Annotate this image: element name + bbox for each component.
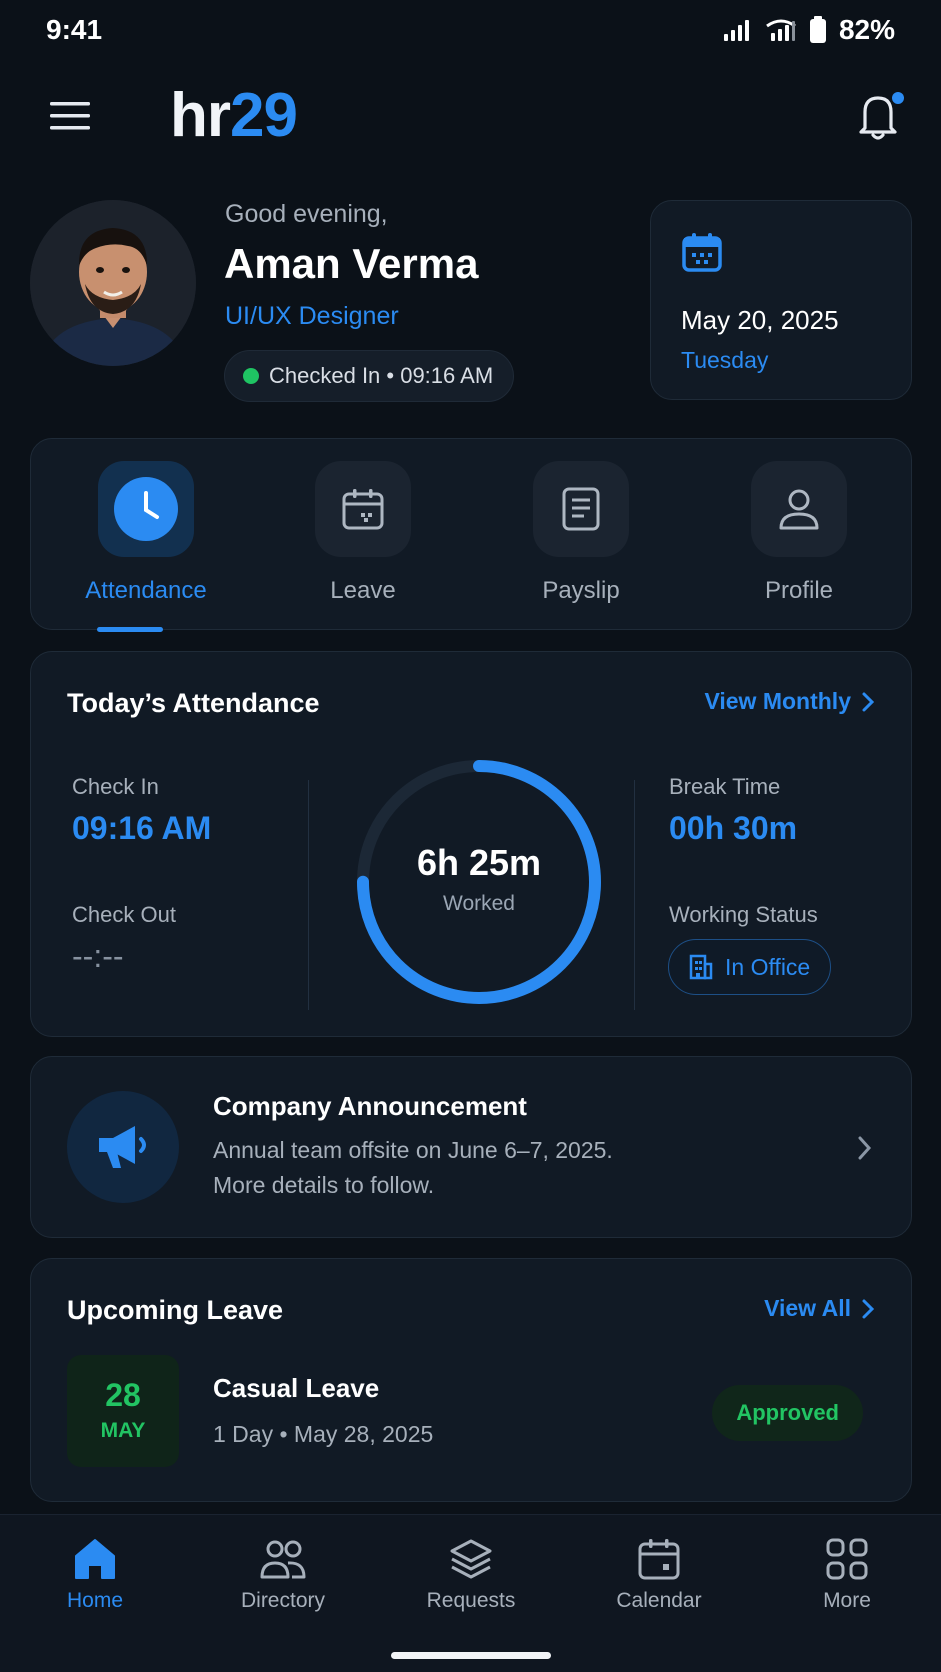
leave-day: 28 — [105, 1377, 141, 1413]
payslip-icon-box — [533, 461, 629, 557]
tab-payslip-label: Payslip — [542, 577, 620, 604]
status-badge: Approved — [712, 1385, 863, 1441]
chevron-right-icon — [862, 1299, 875, 1318]
upcoming-leave-card: Upcoming Leave View All 28 MAY Casual Le… — [30, 1258, 912, 1502]
view-monthly-link[interactable]: View Monthly — [704, 688, 875, 715]
check-in-value: 09:16 AM — [72, 810, 212, 846]
nav-directory[interactable]: Directory — [203, 1537, 363, 1613]
nav-requests[interactable]: Requests — [391, 1537, 551, 1613]
bottom-navigation: Home Directory Requests Calendar More — [0, 1514, 941, 1672]
working-status-badge: In Office — [668, 939, 832, 995]
calendar-icon — [682, 233, 722, 272]
avatar-portrait — [30, 200, 196, 366]
home-indicator — [391, 1652, 551, 1659]
leave-type[interactable]: Casual Leave — [213, 1373, 379, 1404]
user-role: UI/UX Designer — [225, 302, 399, 330]
announcement-icon-circle — [67, 1091, 179, 1203]
worked-label: Worked — [443, 892, 515, 915]
working-status-label: Working Status — [669, 902, 818, 927]
battery-percentage: 82% — [838, 14, 895, 45]
break-time-value: 00h 30m — [669, 810, 798, 846]
tab-leave[interactable]: Leave — [263, 461, 463, 605]
break-time-label: Break Time — [669, 774, 781, 799]
divider — [634, 780, 635, 1010]
chevron-right-icon — [858, 1136, 872, 1160]
calendar-icon — [342, 489, 384, 530]
notifications-button[interactable] — [856, 90, 906, 147]
tab-profile[interactable]: Profile — [699, 461, 899, 605]
active-tab-indicator — [97, 627, 163, 632]
nav-directory-label: Directory — [240, 1589, 325, 1612]
working-status-value: In Office — [725, 953, 811, 980]
cellular-signal-icon — [723, 20, 749, 41]
leave-icon-box — [315, 461, 411, 557]
attendance-title: Today’s Attendance — [67, 688, 320, 718]
nav-home-label: Home — [66, 1589, 124, 1612]
menu-button[interactable] — [50, 100, 90, 137]
attendance-icon-box — [98, 461, 194, 557]
greeting-text: Good evening, — [225, 200, 388, 228]
megaphone-icon — [99, 1126, 146, 1168]
user-icon — [779, 489, 819, 530]
view-monthly-label: View Monthly — [704, 688, 851, 714]
bell-icon — [859, 92, 904, 140]
leave-month: MAY — [100, 1419, 146, 1442]
check-out-value: --:-- — [72, 938, 124, 974]
checkin-status-badge: Checked In • 09:16 AM — [224, 350, 515, 402]
document-icon — [562, 487, 600, 531]
people-icon — [260, 1540, 306, 1579]
divider — [308, 780, 309, 1010]
checkin-status-text: Checked In • 09:16 AM — [269, 363, 494, 388]
wifi-signal-icon — [766, 19, 796, 41]
status-time: 9:41 — [46, 14, 103, 45]
battery-icon — [809, 16, 826, 43]
logo-text-hr: hr — [170, 81, 231, 150]
current-date: May 20, 2025 — [681, 305, 839, 335]
logo-text-29: 29 — [230, 81, 298, 150]
user-name: Aman Verma — [224, 240, 479, 287]
layers-icon — [450, 1539, 492, 1579]
tab-payslip[interactable]: Payslip — [481, 461, 681, 605]
leave-detail: 1 Day • May 28, 2025 — [213, 1421, 434, 1447]
building-icon — [689, 954, 713, 980]
check-in-label: Check In — [72, 774, 159, 799]
app-logo: hr29 — [170, 80, 298, 151]
worked-hours: 6h 25m — [416, 842, 542, 883]
current-day: Tuesday — [681, 347, 769, 373]
nav-more-label: More — [823, 1589, 871, 1612]
announcement-card[interactable]: Company Announcement Annual team offsite… — [30, 1056, 912, 1238]
nav-calendar[interactable]: Calendar — [579, 1537, 739, 1613]
avatar[interactable] — [30, 200, 196, 366]
menu-icon — [50, 102, 90, 130]
announcement-line-1: Annual team offsite on June 6–7, 2025. — [213, 1137, 613, 1163]
clock-icon — [114, 477, 178, 541]
quick-actions: Attendance Leave Payslip Profile — [30, 438, 912, 630]
tab-leave-label: Leave — [330, 577, 396, 604]
date-card: May 20, 2025 Tuesday — [650, 200, 912, 400]
nav-more[interactable]: More — [767, 1537, 927, 1613]
nav-home[interactable]: Home — [15, 1537, 175, 1613]
home-icon — [75, 1539, 115, 1579]
upcoming-leave-title: Upcoming Leave — [67, 1295, 284, 1325]
leave-date-badge: 28 MAY — [67, 1355, 179, 1467]
profile-icon-box — [751, 461, 847, 557]
status-dot-icon — [243, 368, 259, 384]
view-all-link[interactable]: View All — [764, 1295, 875, 1322]
announcement-title: Company Announcement — [213, 1091, 527, 1121]
announcement-line-2: More details to follow. — [213, 1172, 435, 1198]
status-icons: 82% — [723, 14, 895, 46]
calendar-icon — [638, 1539, 680, 1580]
worked-progress-ring: 6h 25m Worked — [349, 752, 609, 1012]
tab-attendance-label: Attendance — [85, 577, 207, 604]
nav-requests-label: Requests — [426, 1589, 516, 1612]
tab-profile-label: Profile — [764, 577, 834, 604]
nav-calendar-label: Calendar — [616, 1589, 702, 1612]
chevron-right-icon — [862, 692, 875, 711]
check-out-label: Check Out — [72, 902, 176, 927]
view-all-label: View All — [764, 1295, 851, 1321]
tab-attendance[interactable]: Attendance — [46, 461, 246, 605]
grid-icon — [826, 1538, 868, 1580]
attendance-card: Today’s Attendance View Monthly Check In… — [30, 651, 912, 1037]
